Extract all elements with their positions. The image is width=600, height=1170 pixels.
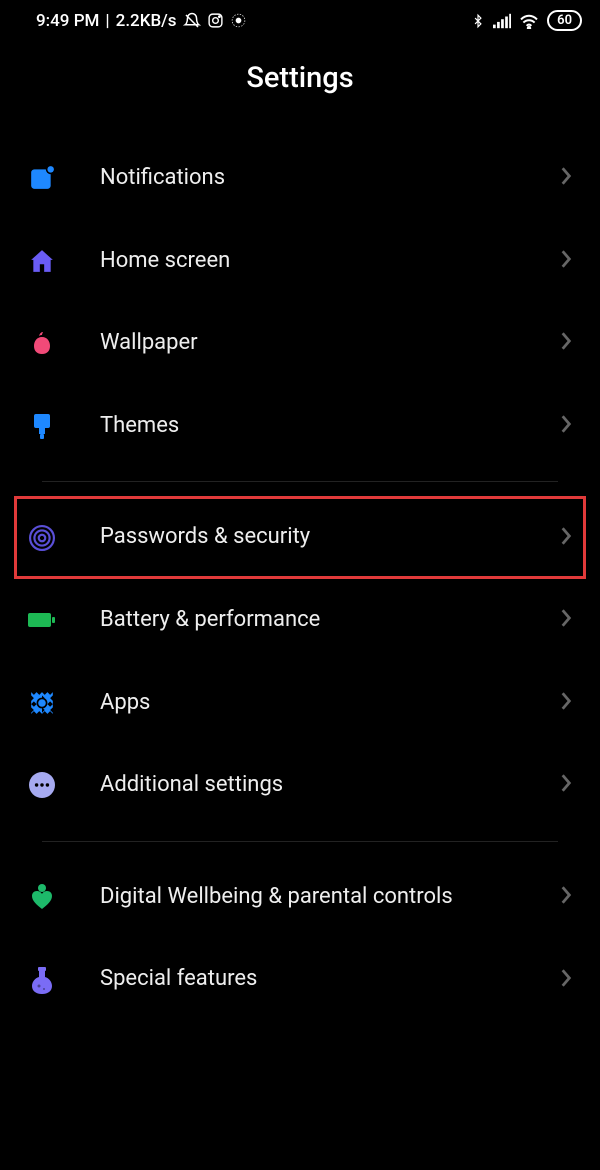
status-bar: 9:49 PM | 2.2KB/s 60: [0, 0, 600, 37]
chevron-right-icon: [560, 885, 572, 909]
themes-icon: [28, 412, 56, 440]
chevron-right-icon: [560, 526, 572, 550]
settings-item-wallpaper[interactable]: Wallpaper: [14, 302, 586, 385]
status-speed: 2.2KB/s: [116, 11, 177, 31]
mute-icon: [183, 12, 201, 30]
settings-item-battery[interactable]: Battery & performance: [14, 579, 586, 662]
settings-item-additional[interactable]: Additional settings: [14, 744, 586, 827]
wifi-icon: [519, 13, 539, 29]
status-separator: |: [105, 11, 109, 31]
settings-item-label: Passwords & security: [100, 523, 560, 552]
wallpaper-icon: [28, 329, 56, 357]
chevron-right-icon: [560, 331, 572, 355]
settings-item-wellbeing[interactable]: Digital Wellbeing & parental controls: [14, 856, 586, 939]
settings-item-label: Notifications: [100, 164, 560, 193]
settings-item-label: Wallpaper: [100, 329, 560, 358]
signal-icon: [493, 13, 511, 29]
divider: [42, 481, 558, 482]
chevron-right-icon: [560, 691, 572, 715]
settings-list: Notifications Home screen Wallpaper Them…: [0, 137, 600, 1021]
battery-icon: [28, 606, 56, 634]
settings-item-label: Themes: [100, 412, 560, 441]
status-time: 9:49 PM: [36, 11, 99, 31]
chevron-right-icon: [560, 249, 572, 273]
more-icon: [28, 771, 56, 799]
settings-item-label: Apps: [100, 689, 560, 718]
notifications-icon: [28, 164, 56, 192]
bluetooth-icon: [471, 12, 485, 30]
settings-item-label: Digital Wellbeing & parental controls: [100, 883, 560, 912]
settings-item-label: Battery & performance: [100, 606, 560, 635]
special-icon: [28, 966, 56, 994]
chevron-right-icon: [560, 608, 572, 632]
home-icon: [28, 247, 56, 275]
settings-item-passwords-security[interactable]: Passwords & security: [14, 496, 586, 579]
fingerprint-icon: [28, 524, 56, 552]
settings-item-home-screen[interactable]: Home screen: [14, 220, 586, 303]
settings-item-label: Home screen: [100, 247, 560, 276]
chevron-right-icon: [560, 773, 572, 797]
divider: [42, 841, 558, 842]
chevron-right-icon: [560, 968, 572, 992]
status-bar-right: 60: [471, 10, 582, 31]
status-bar-left: 9:49 PM | 2.2KB/s: [36, 11, 247, 31]
instagram-icon: [207, 12, 224, 29]
chevron-right-icon: [560, 414, 572, 438]
settings-item-notifications[interactable]: Notifications: [14, 137, 586, 220]
settings-item-themes[interactable]: Themes: [14, 385, 586, 468]
apps-icon: [28, 689, 56, 717]
settings-item-special-features[interactable]: Special features: [14, 938, 586, 1021]
battery-indicator: 60: [547, 10, 582, 31]
app-icon: [230, 12, 247, 29]
wellbeing-icon: [28, 883, 56, 911]
settings-item-apps[interactable]: Apps: [14, 662, 586, 745]
page-title: Settings: [0, 61, 600, 95]
settings-item-label: Additional settings: [100, 771, 560, 800]
settings-item-label: Special features: [100, 965, 560, 994]
chevron-right-icon: [560, 166, 572, 190]
